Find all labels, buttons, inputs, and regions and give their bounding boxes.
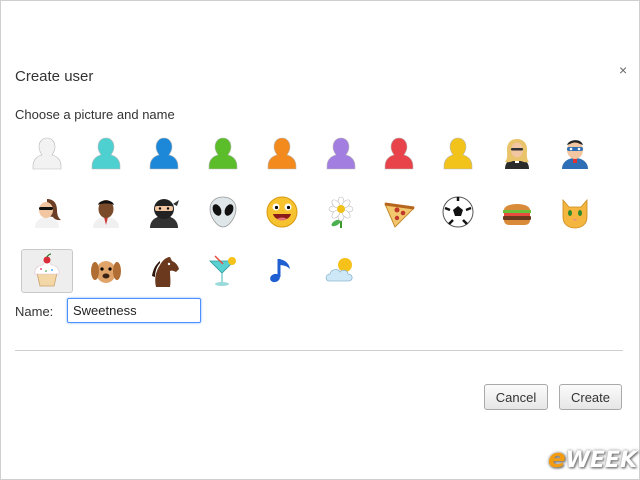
- cupcake-icon: [34, 253, 60, 287]
- horse-icon: [152, 257, 180, 287]
- avatar-option[interactable]: [138, 131, 190, 175]
- blue-person-icon: [150, 137, 179, 170]
- avatar-option[interactable]: [80, 131, 132, 175]
- ninja-icon: [150, 199, 180, 228]
- avatar-option[interactable]: [549, 190, 601, 234]
- hamburger-icon: [502, 204, 531, 225]
- alien-icon: [209, 196, 237, 228]
- puppy-icon: [90, 261, 121, 283]
- avatar-option[interactable]: [197, 131, 249, 175]
- avatar-option[interactable]: [80, 190, 132, 234]
- smiley-face-icon: [266, 196, 298, 228]
- avatar-option[interactable]: [256, 249, 308, 293]
- avatar-option[interactable]: [21, 249, 73, 293]
- avatar-option[interactable]: [491, 190, 543, 234]
- sun-cloud-icon: [325, 258, 353, 282]
- avatar-option[interactable]: [373, 190, 425, 234]
- avatar-option[interactable]: [549, 131, 601, 175]
- daisy-flower-icon: [328, 196, 353, 228]
- avatar-option[interactable]: [315, 190, 367, 234]
- avatar-option[interactable]: [138, 249, 190, 293]
- name-label: Name:: [15, 304, 54, 319]
- eweek-watermark-logo: eWEEK: [548, 444, 638, 474]
- avatar-option[interactable]: [432, 190, 484, 234]
- cocktail-glass-icon: [209, 255, 237, 286]
- avatar-option[interactable]: [197, 190, 249, 234]
- avatar-option[interactable]: [138, 190, 190, 234]
- music-note-icon: [269, 259, 290, 283]
- close-icon[interactable]: ×: [619, 62, 627, 78]
- white-person-icon: [32, 137, 62, 170]
- yellow-person-icon: [443, 137, 473, 170]
- teal-person-icon: [91, 137, 120, 170]
- orange-cat-icon: [562, 198, 588, 229]
- dialog-title: Create user: [15, 68, 94, 85]
- purple-person-icon: [326, 137, 355, 170]
- avatar-option[interactable]: [491, 131, 543, 175]
- soccer-ball-icon: [442, 196, 474, 228]
- green-person-icon: [208, 137, 238, 170]
- avatar-option[interactable]: [21, 190, 73, 234]
- pizza-slice-icon: [384, 202, 416, 228]
- superhero-icon: [562, 140, 589, 169]
- businessman-icon: [92, 200, 119, 228]
- red-person-icon: [384, 137, 414, 170]
- divider: [15, 350, 623, 351]
- avatar-option[interactable]: [373, 131, 425, 175]
- create-button[interactable]: Create: [559, 384, 622, 410]
- avatar-option[interactable]: [256, 131, 308, 175]
- picture-instruction: Choose a picture and name: [15, 107, 175, 122]
- cancel-button[interactable]: Cancel: [484, 384, 548, 410]
- blonde-businesswoman-icon: [504, 139, 529, 169]
- avatar-option[interactable]: [315, 131, 367, 175]
- avatar-option[interactable]: [315, 249, 367, 293]
- avatar-option[interactable]: [197, 249, 249, 293]
- orange-person-icon: [267, 137, 297, 170]
- avatar-option[interactable]: [432, 131, 484, 175]
- avatar-option[interactable]: [256, 190, 308, 234]
- name-input[interactable]: [67, 298, 201, 323]
- woman-with-sunglasses-icon: [35, 199, 61, 228]
- avatar-option[interactable]: [21, 131, 73, 175]
- avatar-option[interactable]: [80, 249, 132, 293]
